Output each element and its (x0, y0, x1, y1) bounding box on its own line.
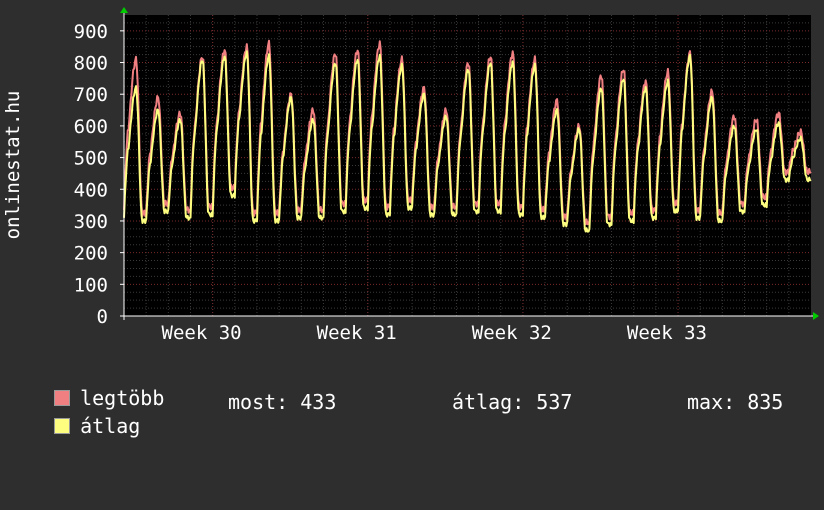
y-tick-label: 900 (74, 21, 108, 43)
x-tick-label: Week 32 (472, 322, 552, 344)
y-axis-arrow-icon (120, 7, 128, 13)
y-tick-label: 700 (74, 84, 108, 106)
stat-now: most: 433 (228, 390, 337, 414)
legend-label-avg: átlag (80, 414, 141, 438)
x-tick-label: Week 31 (317, 322, 397, 344)
y-axis-label: onlinestat.hu (2, 91, 24, 240)
x-ticks: Week 30 Week 31 Week 32 Week 33 (162, 322, 707, 344)
y-tick-label: 600 (74, 116, 108, 138)
y-tick-label: 200 (74, 243, 108, 265)
legend-row-avg: átlag most: 433 átlag: 537 max: 835 (30, 390, 810, 438)
legend-row-max: legtöbb (30, 362, 164, 410)
y-ticks: 0 100 200 300 400 500 600 700 800 900 (74, 21, 124, 328)
y-tick-label: 100 (74, 274, 108, 296)
plot-area (124, 15, 811, 316)
stat-maximum: max: 835 (687, 390, 784, 414)
legend-swatch-avg (54, 418, 71, 434)
chart: 0100200300400500600700800900 Week 30 Week… (2, 7, 819, 344)
y-tick-label: 400 (74, 179, 108, 201)
y-tick-label: 500 (74, 148, 108, 170)
x-axis-arrow-icon (813, 312, 819, 320)
stat-average: átlag: 537 (452, 390, 573, 414)
x-tick-label: Week 33 (627, 322, 707, 344)
y-tick-label: 300 (74, 211, 108, 233)
x-tick-label: Week 30 (162, 322, 242, 344)
y-tick-label: 800 (74, 53, 108, 75)
y-tick-label: 0 (97, 306, 108, 328)
